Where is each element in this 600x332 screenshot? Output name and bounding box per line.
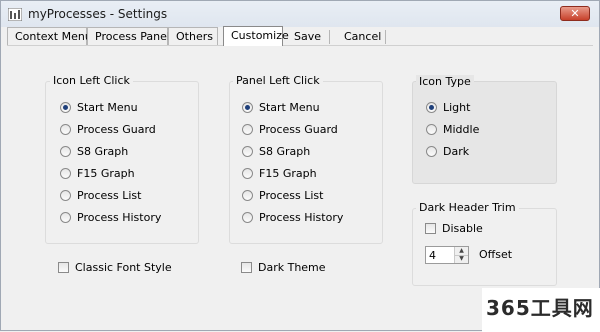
checkbox[interactable]: [58, 262, 69, 273]
app-icon: [8, 8, 22, 21]
save-button[interactable]: Save: [286, 27, 330, 45]
watermark: 365工具网: [482, 288, 600, 332]
radio-button[interactable]: [426, 124, 437, 135]
radio-button[interactable]: [242, 190, 253, 201]
radio-button[interactable]: [60, 212, 71, 223]
radio-button[interactable]: [242, 146, 253, 157]
close-icon: ✕: [570, 7, 580, 20]
radio-button[interactable]: [242, 102, 253, 113]
radio-button[interactable]: [60, 146, 71, 157]
panel-left-click-title: Panel Left Click: [233, 74, 323, 87]
offset-value[interactable]: 4: [429, 249, 436, 262]
window-title: myProcesses - Settings: [28, 7, 168, 21]
tab-context-menu[interactable]: Context Menu: [7, 27, 92, 45]
offset-stepper[interactable]: 4 ▲ ▼: [425, 246, 469, 264]
radio-button[interactable]: [426, 102, 437, 113]
checkbox[interactable]: [425, 223, 436, 234]
radio-button[interactable]: [60, 102, 71, 113]
tab-process-panel[interactable]: Process Panel: [87, 27, 170, 45]
tab-content-border: [7, 45, 593, 46]
settings-window: myProcesses - Settings ✕ Context Menu Pr…: [0, 0, 600, 332]
radio-button[interactable]: [242, 212, 253, 223]
icon-left-click-title: Icon Left Click: [50, 74, 133, 87]
radio-button[interactable]: [426, 146, 437, 157]
icon-type-title: Icon Type: [416, 75, 474, 88]
offset-label: Offset: [479, 248, 513, 261]
tab-others[interactable]: Others: [168, 27, 218, 45]
radio-button[interactable]: [242, 168, 253, 179]
dark-header-trim-title: Dark Header Trim: [416, 201, 519, 214]
close-button[interactable]: ✕: [560, 6, 590, 21]
radio-button[interactable]: [60, 190, 71, 201]
checkbox[interactable]: [241, 262, 252, 273]
stepper-down-icon[interactable]: ▼: [455, 255, 468, 263]
stepper-buttons: ▲ ▼: [454, 247, 468, 263]
tab-customize[interactable]: Customize: [223, 26, 289, 46]
radio-button[interactable]: [242, 124, 253, 135]
watermark-text: 365工具网: [486, 296, 594, 320]
radio-button[interactable]: [60, 168, 71, 179]
cancel-button[interactable]: Cancel: [336, 27, 386, 45]
radio-button[interactable]: [60, 124, 71, 135]
title-bar[interactable]: myProcesses - Settings ✕: [1, 1, 599, 27]
